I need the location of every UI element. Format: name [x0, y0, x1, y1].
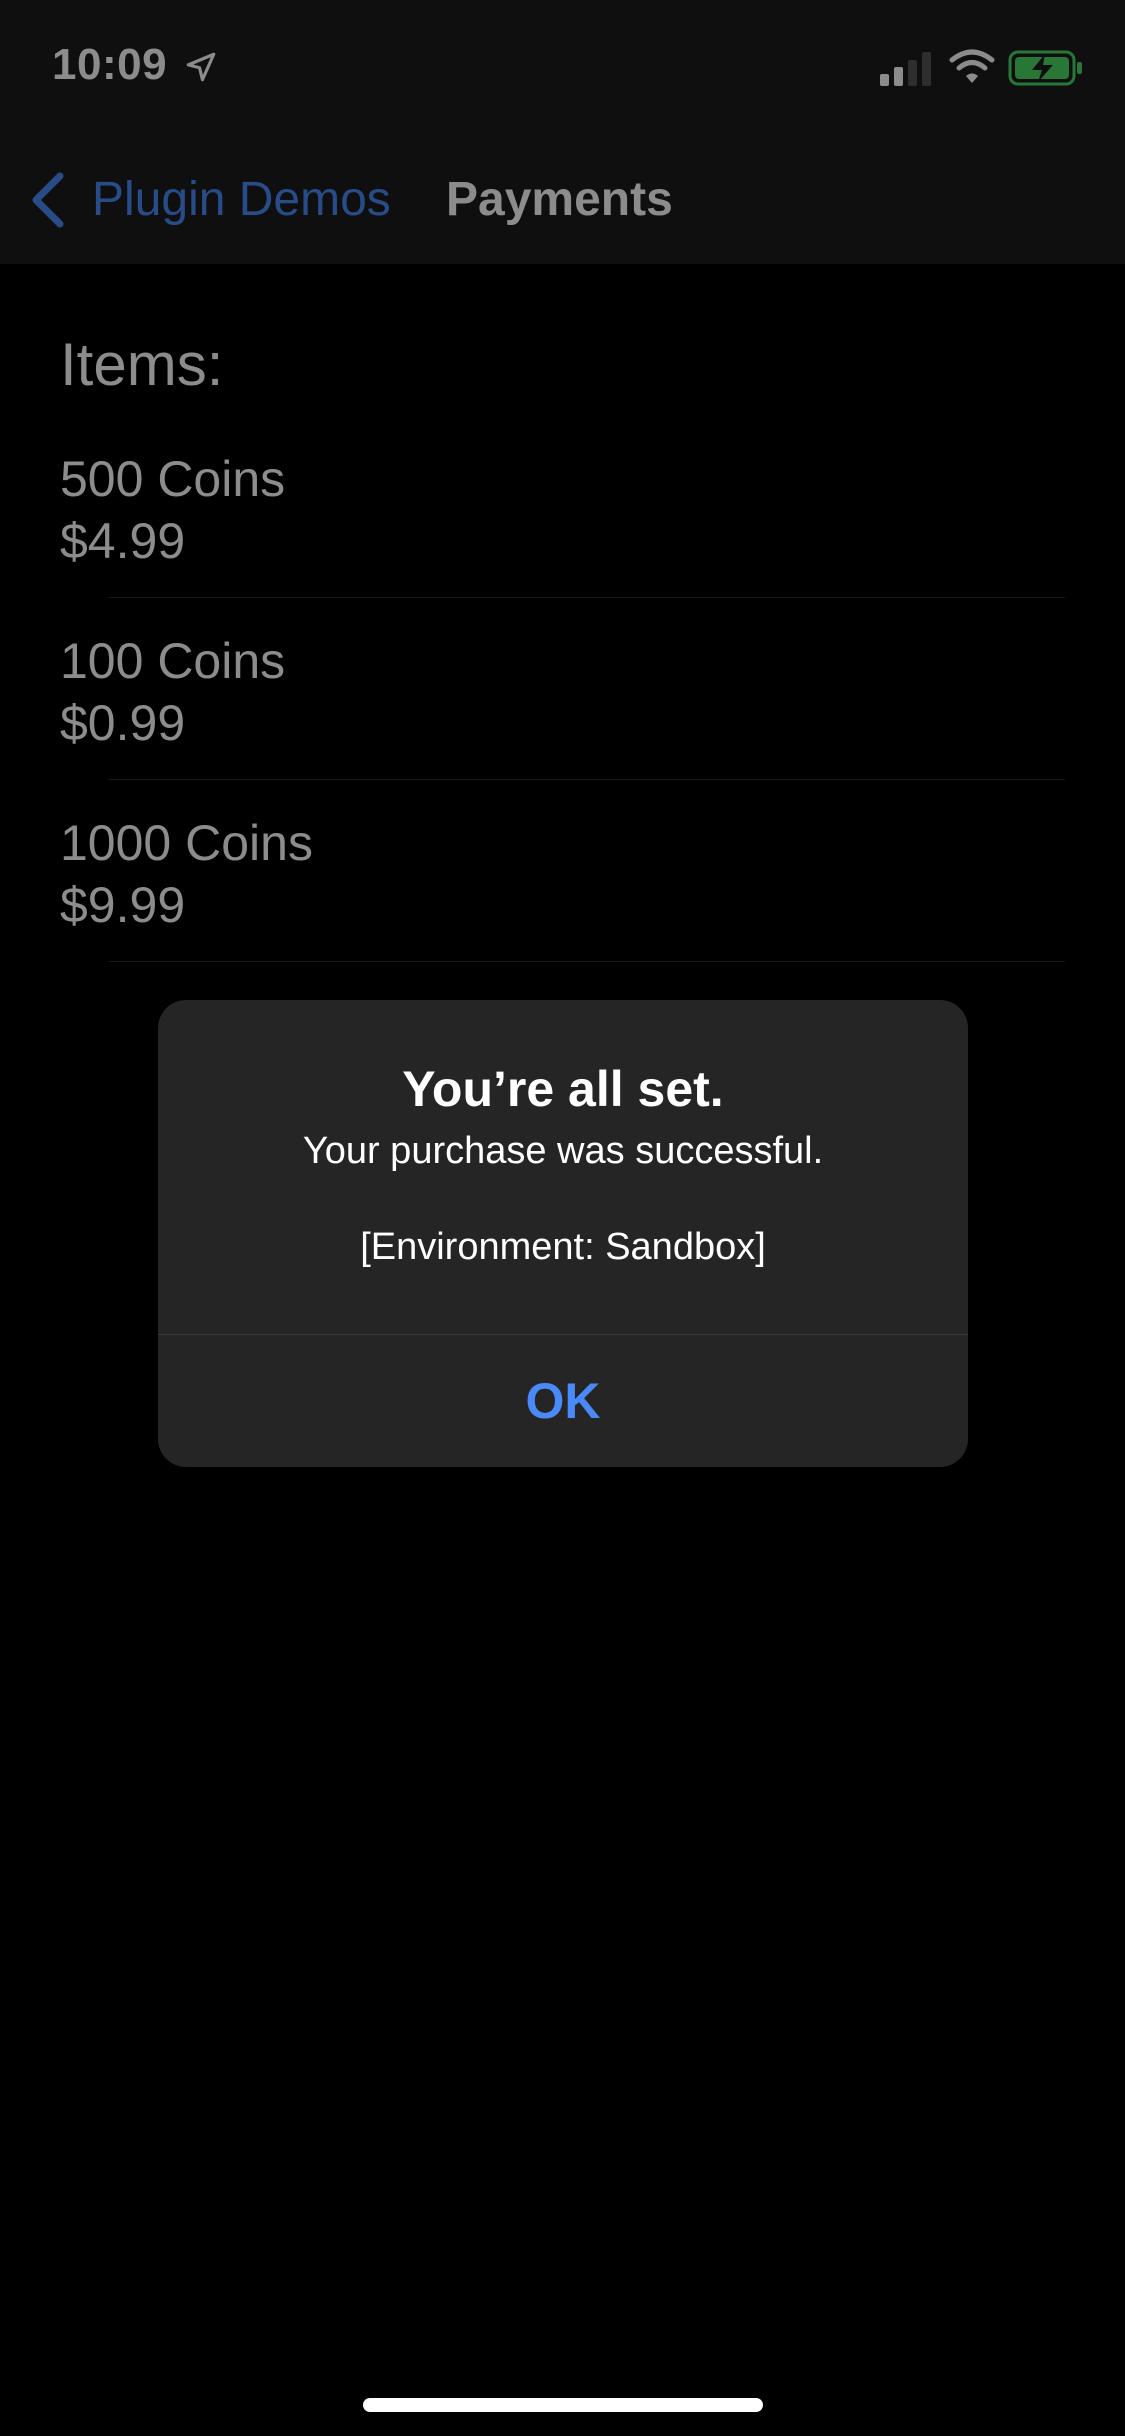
alert-title: You’re all set.: [402, 1061, 724, 1117]
home-indicator[interactable]: [363, 2398, 763, 2412]
ok-button[interactable]: OK: [158, 1335, 968, 1467]
purchase-success-alert: You’re all set. Your purchase was succes…: [158, 1000, 968, 1467]
alert-environment: [Environment: Sandbox]: [360, 1226, 766, 1268]
alert-message: Your purchase was successful.: [302, 1130, 824, 1172]
